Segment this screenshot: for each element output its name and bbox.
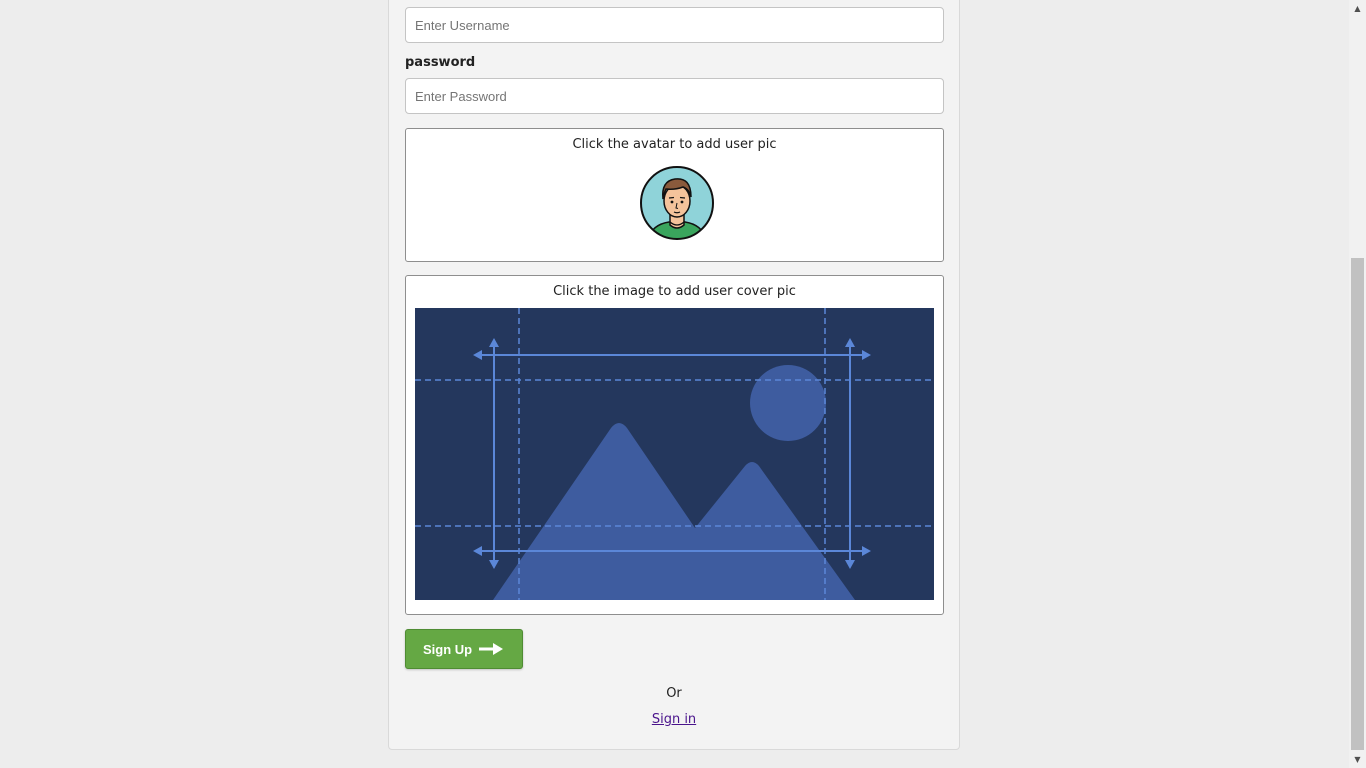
password-label: password (405, 55, 476, 70)
cover-prompt: Click the image to add user cover pic (553, 284, 796, 299)
sign-up-button[interactable]: Sign Up (405, 629, 523, 669)
scroll-down-arrow-icon[interactable]: ▼ (1349, 751, 1366, 768)
password-input[interactable] (405, 78, 944, 114)
or-divider-text: Or (666, 686, 682, 701)
scroll-up-arrow-icon[interactable]: ▲ (1349, 0, 1366, 17)
avatar-upload-box: Click the avatar to add user pic (405, 128, 944, 262)
scrollbar-thumb[interactable] (1351, 258, 1364, 750)
sign-up-label: Sign Up (423, 641, 473, 657)
cover-upload-box: Click the image to add user cover pic (405, 275, 944, 615)
avatar-prompt: Click the avatar to add user pic (572, 137, 777, 152)
sign-in-container: Sign in (388, 712, 960, 727)
arrow-right-icon (479, 643, 504, 655)
username-input[interactable] (405, 7, 944, 43)
sign-in-link[interactable]: Sign in (652, 712, 696, 727)
image-placeholder-icon[interactable] (415, 308, 934, 600)
user-avatar-icon[interactable] (639, 165, 715, 241)
vertical-scrollbar[interactable]: ▲ ▼ (1349, 0, 1366, 768)
